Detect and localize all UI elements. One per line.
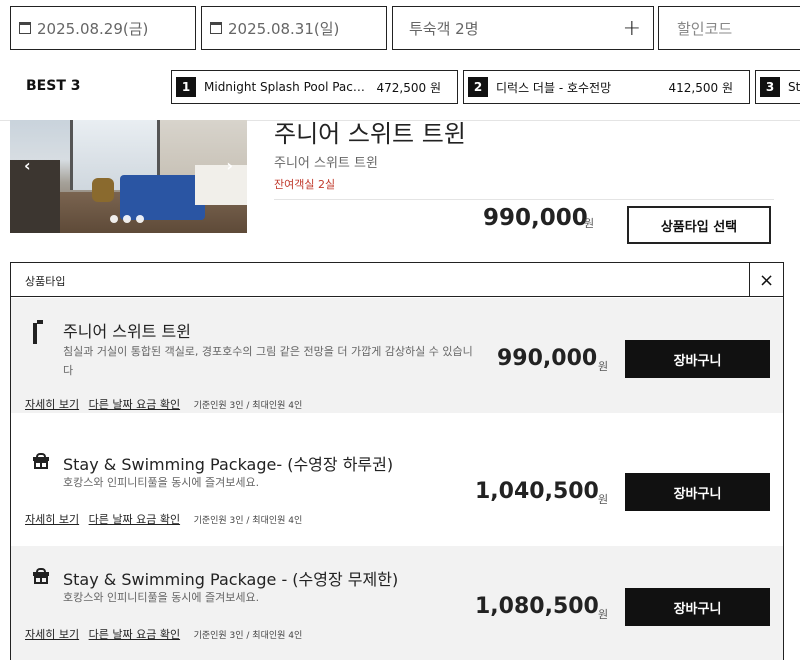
panel-header: 상품타입 ×: [11, 263, 783, 297]
best3-label: BEST 3: [26, 78, 81, 94]
best-rank-badge: 1: [176, 77, 196, 97]
chevron-left-icon[interactable]: ‹: [24, 156, 31, 175]
carousel-dot[interactable]: [123, 215, 131, 223]
best-rank-badge: 3: [760, 77, 780, 97]
best-item-name: 디럭스 더블 - 호수전망: [496, 80, 612, 95]
add-to-cart-button[interactable]: 장바구니: [625, 340, 770, 378]
photo-sofa: [120, 175, 205, 220]
carousel-dots: [110, 215, 144, 223]
room-subtitle: 주니어 스위트 트윈: [274, 156, 378, 171]
best-item[interactable]: 2 디럭스 더블 - 호수전망 412,500 원: [463, 70, 750, 104]
other-dates-link[interactable]: 다른 날짜 요금 확인: [89, 513, 180, 526]
photo-chair: [92, 178, 114, 202]
plus-icon[interactable]: +: [623, 16, 641, 41]
product-price: 1,080,500: [475, 594, 599, 619]
coupon-code-input[interactable]: 할인코드: [658, 6, 800, 50]
select-product-type-button[interactable]: 상품타입 선택: [627, 206, 771, 244]
product-links: 자세히 보기 다른 날짜 요금 확인 기준인원 3인 / 최대인원 4인: [25, 626, 302, 642]
capacity-text: 기준인원 3인 / 최대인원 4인: [193, 516, 303, 526]
currency-label: 원: [584, 217, 595, 230]
best-item[interactable]: 1 Midnight Splash Pool Pack... 472,500 원: [171, 70, 458, 104]
currency-label: 원: [598, 360, 609, 373]
best-rank-badge: 2: [468, 77, 488, 97]
calendar-icon: [210, 22, 222, 34]
product-description: 침실과 거실이 통합된 객실로, 경포호수의 그림 같은 전망을 더 가깝게 감…: [63, 345, 473, 377]
guest-count-text: 투숙객 2명: [409, 19, 479, 38]
panel-title: 상품타입: [25, 275, 66, 288]
product-item: 주니어 스위트 트윈 침실과 거실이 통합된 객실로, 경포호수의 그림 같은 …: [11, 298, 783, 413]
product-price: 1,040,500: [475, 479, 599, 504]
view-details-link[interactable]: 자세히 보기: [25, 628, 79, 641]
room-photo-carousel[interactable]: ‹ ›: [10, 120, 247, 233]
view-details-link[interactable]: 자세히 보기: [25, 513, 79, 526]
product-price: 990,000: [497, 346, 598, 371]
add-to-cart-button[interactable]: 장바구니: [625, 473, 770, 511]
room-price: 990,000: [483, 205, 588, 231]
rooms-remaining: 잔여객실 2실: [274, 178, 336, 191]
product-description: 호캉스와 인피니티풀을 동시에 즐겨보세요.: [63, 591, 260, 604]
product-name: Stay & Swimming Package- (수영장 하루권): [63, 455, 394, 474]
calendar-icon: [19, 22, 31, 34]
best-item-name: Sta: [788, 80, 800, 94]
add-to-cart-button[interactable]: 장바구니: [625, 588, 770, 626]
other-dates-link[interactable]: 다른 날짜 요금 확인: [89, 398, 180, 411]
other-dates-link[interactable]: 다른 날짜 요금 확인: [89, 628, 180, 641]
product-name: 주니어 스위트 트윈: [63, 322, 191, 341]
photo-desk: [10, 160, 60, 233]
currency-label: 원: [598, 493, 609, 506]
best-item-price: 472,500 원: [376, 80, 441, 95]
checkout-date-field[interactable]: 2025.08.31(일): [201, 6, 387, 50]
product-links: 자세히 보기 다른 날짜 요금 확인 기준인원 3인 / 최대인원 4인: [25, 396, 302, 412]
best-item[interactable]: 3 Sta: [755, 70, 800, 104]
bed-icon: [33, 323, 37, 344]
currency-label: 원: [598, 608, 609, 621]
best3-bar: BEST 3 1 Midnight Splash Pool Pack... 47…: [0, 70, 800, 106]
chevron-right-icon[interactable]: ›: [226, 156, 233, 175]
carousel-dot[interactable]: [110, 215, 118, 223]
best-item-name: Midnight Splash Pool Pack...: [204, 80, 367, 94]
best-item-price: 412,500 원: [668, 80, 733, 95]
product-type-panel: 상품타입 × 주니어 스위트 트윈 침실과 거실이 통합된 객실로, 경포호수의…: [10, 262, 784, 660]
product-name: Stay & Swimming Package - (수영장 무제한): [63, 570, 399, 589]
capacity-text: 기준인원 3인 / 최대인원 4인: [193, 631, 303, 641]
checkout-date-text: 2025.08.31(일): [228, 19, 340, 38]
divider: [274, 199, 774, 200]
product-description: 호캉스와 인피니티풀을 동시에 즐겨보세요.: [63, 476, 260, 489]
view-details-link[interactable]: 자세히 보기: [25, 398, 79, 411]
carousel-dot[interactable]: [136, 215, 144, 223]
capacity-text: 기준인원 3인 / 최대인원 4인: [193, 401, 303, 411]
product-item: Stay & Swimming Package - (수영장 무제한) 호캉스와…: [11, 546, 783, 660]
room-title: 주니어 스위트 트윈: [274, 120, 466, 148]
product-links: 자세히 보기 다른 날짜 요금 확인 기준인원 3인 / 최대인원 4인: [25, 511, 302, 527]
checkin-date-field[interactable]: 2025.08.29(금): [10, 6, 196, 50]
checkin-date-text: 2025.08.29(금): [37, 19, 149, 38]
guest-field[interactable]: 투숙객 2명 +: [392, 6, 654, 50]
close-icon[interactable]: ×: [749, 263, 783, 297]
product-item: Stay & Swimming Package- (수영장 하루권) 호캉스와 …: [11, 431, 783, 546]
photo-bed: [195, 165, 247, 205]
